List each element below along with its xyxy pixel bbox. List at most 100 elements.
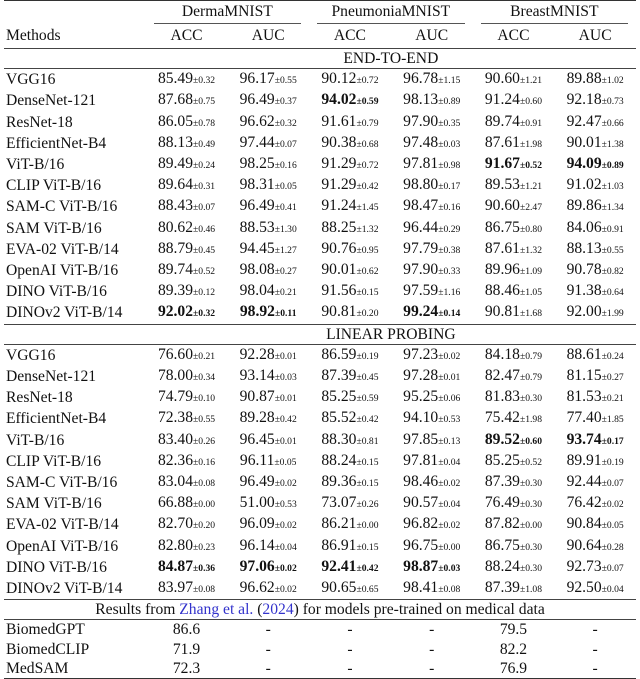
metric-cell: 89.52±0.60 xyxy=(473,430,555,451)
metric-cell: 94.10±0.53 xyxy=(391,408,473,429)
metric-cell: 94.02±0.59 xyxy=(309,90,391,111)
method-name: ViT-B/16 xyxy=(6,431,65,449)
metric-std: ±0.53 xyxy=(438,414,461,426)
method-name: ResNet-18 xyxy=(6,389,73,407)
metric-std: ±0.00 xyxy=(519,520,543,532)
metric-cell: 91.29±0.42 xyxy=(309,175,391,196)
metric-cell: 76.60±0.21 xyxy=(146,344,228,366)
metric-cell: 72.3 xyxy=(172,659,201,677)
metric-std: ±0.59 xyxy=(356,96,379,108)
metric-std: ±0.23 xyxy=(193,541,216,553)
metric-value: 96.09 xyxy=(239,515,275,533)
metric-value: 87.68 xyxy=(157,91,194,109)
method-name: ResNet-18 xyxy=(6,113,73,131)
metric-value: 97.81 xyxy=(403,155,439,173)
metric-value: 91.67 xyxy=(484,155,520,173)
metric-std: ±0.81 xyxy=(356,435,379,447)
metric-std: ±0.19 xyxy=(601,456,624,468)
table-row: ViT-B/16 89.49±0.24 98.25±0.16 91.29±0.72 97… xyxy=(4,154,636,175)
metric-value: 97.90 xyxy=(403,261,439,279)
metric-cell: 85.25±0.52 xyxy=(473,451,555,472)
metric-std: ±0.31 xyxy=(193,181,216,193)
table-row: OpenAI ViT-B/16 82.80±0.23 96.14±0.04 86.91… xyxy=(4,536,636,557)
metric-cell: 97.06±0.02 xyxy=(227,557,309,578)
metric-cell: 74.79±0.10 xyxy=(146,387,228,408)
metric-value: 89.36 xyxy=(321,473,357,491)
metric-value: 86.05 xyxy=(157,112,194,130)
method-name: EfficientNet-B4 xyxy=(6,410,107,428)
table-row: BiomedCLIP 71.9 - - - 82.2 - xyxy=(4,640,636,659)
table-row: EfficientNet-B4 88.13±0.49 97.44±0.07 90.38… xyxy=(4,133,636,154)
metric-std: ±1.27 xyxy=(274,244,297,256)
metric-cell: 88.53±1.30 xyxy=(227,218,309,239)
metric-value: 83.04 xyxy=(157,473,194,491)
metric-std: ±1.45 xyxy=(356,202,379,214)
metric-cell: 89.39±0.12 xyxy=(146,281,228,302)
method-name: DINO ViT-B/16 xyxy=(6,558,107,576)
metric-value: 92.73 xyxy=(566,557,602,575)
table-row: MedSAM 72.3 - - - 76.9 - xyxy=(4,659,636,679)
metric-std: ±0.91 xyxy=(519,117,543,129)
metric-value: 90.38 xyxy=(321,133,357,151)
metric-value: 96.17 xyxy=(239,70,275,88)
metric-cell: 82.2 xyxy=(499,640,528,658)
metric-value: 72.38 xyxy=(157,409,194,427)
method-name: EVA-02 ViT-B/14 xyxy=(6,240,119,258)
metric-cell: 91.24±1.45 xyxy=(309,196,391,217)
citation-year-link[interactable]: 2024 xyxy=(262,601,293,618)
metric-value: 96.75 xyxy=(403,536,439,554)
metric-value: 89.91 xyxy=(566,451,602,469)
metric-cell: 90.01±0.62 xyxy=(309,260,391,281)
citation-link[interactable]: Zhang et al. xyxy=(179,601,253,618)
metric-value: 90.57 xyxy=(403,494,439,512)
method-name: DINOv2 ViT-B/14 xyxy=(6,304,123,322)
metric-std: ±1.30 xyxy=(274,223,297,235)
metric-cell: 86.59±0.19 xyxy=(309,344,391,366)
metric-value: 91.38 xyxy=(566,282,602,300)
metric-value: 76.60 xyxy=(157,345,194,363)
table-row: CLIP ViT-B/16 89.64±0.31 98.31±0.05 91.29±0… xyxy=(4,175,636,196)
metric-std: ±0.15 xyxy=(356,541,379,553)
metric-cell: - xyxy=(347,659,353,677)
metric-cell: 80.62±0.46 xyxy=(146,218,228,239)
metric-std: ±0.20 xyxy=(356,308,379,320)
metric-cell: 98.47±0.16 xyxy=(391,196,473,217)
metric-cell: 89.74±0.91 xyxy=(473,112,555,133)
dataset-header-row: DermaMNIST PneumoniaMNIST BreastMNIST xyxy=(4,0,636,24)
metric-std: ±0.01 xyxy=(274,350,297,362)
metric-cell: 93.74±0.17 xyxy=(554,430,636,451)
metric-std: ±0.64 xyxy=(601,287,624,299)
metric-std: ±0.75 xyxy=(193,96,216,108)
metric-std: ±0.24 xyxy=(193,160,216,172)
metric-cell: 90.87±0.01 xyxy=(227,387,309,408)
metric-cell: 84.87±0.36 xyxy=(146,557,228,578)
metric-cell: 90.57±0.04 xyxy=(391,493,473,514)
method-name: DINO ViT-B/16 xyxy=(6,283,107,301)
metric-value: 92.18 xyxy=(566,91,602,109)
metric-value: 90.81 xyxy=(484,303,520,321)
metric-std: ±1.03 xyxy=(601,181,624,193)
metric-value: 88.46 xyxy=(484,282,520,300)
metric-value: 97.48 xyxy=(403,133,439,151)
metric-header: ACC xyxy=(497,27,530,44)
metric-value: 88.13 xyxy=(157,133,194,151)
metric-std: ±0.45 xyxy=(193,244,216,256)
metric-value: 88.24 xyxy=(321,451,357,469)
metric-cell: 86.91±0.15 xyxy=(309,536,391,557)
metric-value: 89.64 xyxy=(157,176,194,194)
metric-cell: 77.40±1.85 xyxy=(554,408,636,429)
method-name: ViT-B/16 xyxy=(6,156,65,174)
dataset-header-derma: DermaMNIST xyxy=(146,1,309,24)
metric-cell: 89.88±1.02 xyxy=(554,69,636,91)
metric-cell: 82.70±0.20 xyxy=(146,514,228,535)
metric-value: 98.87 xyxy=(403,557,439,575)
metric-std: ±0.38 xyxy=(438,244,461,256)
metric-value: 96.82 xyxy=(403,515,439,533)
metric-value: 91.56 xyxy=(321,282,357,300)
metric-std: ±1.38 xyxy=(601,138,624,150)
metric-cell: - xyxy=(265,659,271,677)
metric-value: 90.64 xyxy=(566,536,602,554)
metric-cell: 86.75±0.80 xyxy=(473,218,555,239)
metric-value: 92.44 xyxy=(566,473,602,491)
metric-cell: 89.96±1.09 xyxy=(473,260,555,281)
